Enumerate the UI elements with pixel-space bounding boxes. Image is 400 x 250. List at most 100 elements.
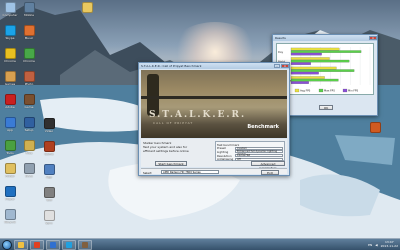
- results-chart: DayNightRainSunShaftsAvg FPSMax FPSMin F…: [276, 43, 374, 95]
- taskbar-apps: [12, 239, 92, 250]
- language-indicator[interactable]: EN: [368, 243, 372, 247]
- desktop-icon[interactable]: Chrome: [20, 48, 38, 70]
- desktop-icon[interactable]: Adobe: [1, 94, 19, 116]
- bar: [290, 62, 311, 65]
- advanced-parameters-button[interactable]: Advanced parameters: [251, 161, 285, 170]
- desktop-icon[interactable]: Skype: [1, 25, 19, 47]
- desktop-icon[interactable]: Setup: [20, 117, 38, 139]
- desktop-icon[interactable]: Player: [1, 186, 19, 208]
- app-icon: [4, 209, 16, 220]
- desktop-icon-label: Player: [5, 198, 15, 201]
- stalker-subtitle: CALL OF PRIPYAT: [153, 121, 194, 125]
- desktop-icon-label: Games: [4, 83, 16, 86]
- desktop-icon[interactable]: Photo: [20, 71, 38, 93]
- resolution-select[interactable]: 1024x768: [235, 154, 283, 158]
- bar: [290, 52, 322, 56]
- app-icon: [4, 117, 16, 128]
- explorer-icon: [18, 241, 24, 248]
- desktop-icon[interactable]: Computer: [1, 2, 19, 24]
- desktop-icon[interactable]: Games: [1, 71, 19, 93]
- stalker-logo: S.T.A.L.K.E.R.: [149, 110, 247, 120]
- legend-swatch: [318, 88, 324, 93]
- desktop-icon[interactable]: Files: [20, 140, 38, 162]
- desktop-icon[interactable]: Game: [40, 141, 58, 163]
- app-icon: [23, 163, 35, 174]
- description-text: Stalker benchmark Test your system and a…: [143, 141, 203, 153]
- desktop-icon[interactable]: Docs: [20, 163, 38, 185]
- app-icon: [43, 164, 55, 175]
- bar: [290, 71, 319, 75]
- taskbar-button-skype[interactable]: [62, 239, 76, 250]
- browser-icon: [34, 241, 40, 248]
- app-icon: [43, 210, 55, 221]
- legend-swatch: [294, 88, 300, 93]
- desktop-icon-label: Chrome: [4, 60, 16, 63]
- ok-button[interactable]: OK: [319, 105, 333, 110]
- close-icon[interactable]: ×: [281, 64, 289, 68]
- app-icon: [4, 140, 16, 151]
- desktop-icon-label: Docs: [25, 175, 33, 178]
- desktop-icon[interactable]: Sync: [40, 210, 58, 232]
- exit-button[interactable]: Exit: [261, 169, 279, 175]
- app-icon: [369, 122, 381, 133]
- desktop-icon[interactable]: Tool: [40, 187, 58, 209]
- media-icon: [50, 241, 56, 248]
- close-icon[interactable]: ×: [369, 36, 377, 40]
- taskbar-button-browser[interactable]: [30, 239, 44, 250]
- app-icon: [43, 141, 55, 152]
- desktop-icon[interactable]: Folder: [1, 163, 19, 185]
- start-benchmark-button[interactable]: Start benchmark: [155, 161, 187, 166]
- desktop-icon[interactable]: Chrome: [1, 48, 19, 70]
- results-title-bar[interactable]: Results ×: [273, 35, 377, 41]
- status-bar: Select AMD Radeon HD 7800 Series Exit: [141, 168, 287, 175]
- taskbar-button-explorer[interactable]: [14, 239, 28, 250]
- desktop-icon-label: Mobile: [24, 14, 34, 17]
- desktop-icon-label: App: [46, 176, 52, 179]
- bar: [290, 50, 362, 53]
- desktop-icon[interactable]: Tools: [1, 140, 19, 162]
- minimize-icon[interactable]: –: [274, 64, 280, 68]
- bar-chart: DayNightRainSunShaftsAvg FPSMax FPSMin F…: [278, 47, 371, 93]
- description-line: efficient settings before online: [143, 149, 189, 153]
- desktop-icon[interactable]: Video: [40, 118, 58, 140]
- desktop-icon-app[interactable]: [366, 122, 384, 144]
- volume-icon[interactable]: ◀: [375, 243, 377, 247]
- bar: [290, 81, 309, 84]
- desktop-icon-label: Files: [25, 152, 33, 155]
- desktop-icon[interactable]: App: [40, 164, 58, 186]
- desktop-icon-label: Photo: [24, 83, 34, 86]
- legend-label: Avg FPS: [300, 89, 311, 93]
- desktop-icon-folder[interactable]: [78, 2, 96, 24]
- desktop-icon-label: Sync: [45, 222, 53, 225]
- desktop-icon[interactable]: App: [1, 117, 19, 139]
- start-button[interactable]: [2, 239, 12, 250]
- gpu-select[interactable]: AMD Radeon HD 7800 Series: [161, 170, 219, 174]
- bar: [290, 78, 339, 82]
- app-icon: [23, 2, 35, 13]
- taskbar-button-stalker[interactable]: [78, 239, 92, 250]
- stalker-banner: S.T.A.L.K.E.R. CALL OF PRIPYAT Benchmark: [141, 70, 287, 138]
- desktop-icon[interactable]: Mobile: [20, 2, 38, 24]
- bar: [290, 47, 340, 51]
- app-icon: [23, 71, 35, 82]
- app-icon: [4, 163, 16, 174]
- desktop-icon-label: Tool: [46, 199, 52, 202]
- desktop-icon-label: Music: [24, 37, 34, 40]
- desktop-icon[interactable]: Recycle: [1, 209, 19, 231]
- desktop-icon[interactable]: Music: [20, 25, 38, 47]
- taskbar-button-media[interactable]: [46, 239, 60, 250]
- desktop-icon[interactable]: Game: [20, 94, 38, 116]
- stalker-title-bar[interactable]: S.T.A.L.K.E.R.: Call of Pripyat Benchmar…: [139, 63, 289, 69]
- desktop-icon-label: Game: [44, 153, 54, 156]
- desktop-icon-label: Tools: [6, 152, 14, 155]
- desktop-icon-label: Folder: [5, 175, 15, 178]
- setting-key: Antialiasing: [217, 157, 234, 162]
- desktop-icon-label: Adobe: [5, 106, 15, 109]
- legend-label: Max FPS: [324, 89, 335, 93]
- app-icon: [4, 25, 16, 36]
- clock[interactable]: 13:47 2013-11-22: [381, 241, 398, 248]
- desktop-icon-label: Setup: [24, 129, 34, 132]
- benchmark-label: Benchmark: [247, 124, 279, 130]
- app-icon: [4, 48, 16, 59]
- bar: [290, 69, 355, 72]
